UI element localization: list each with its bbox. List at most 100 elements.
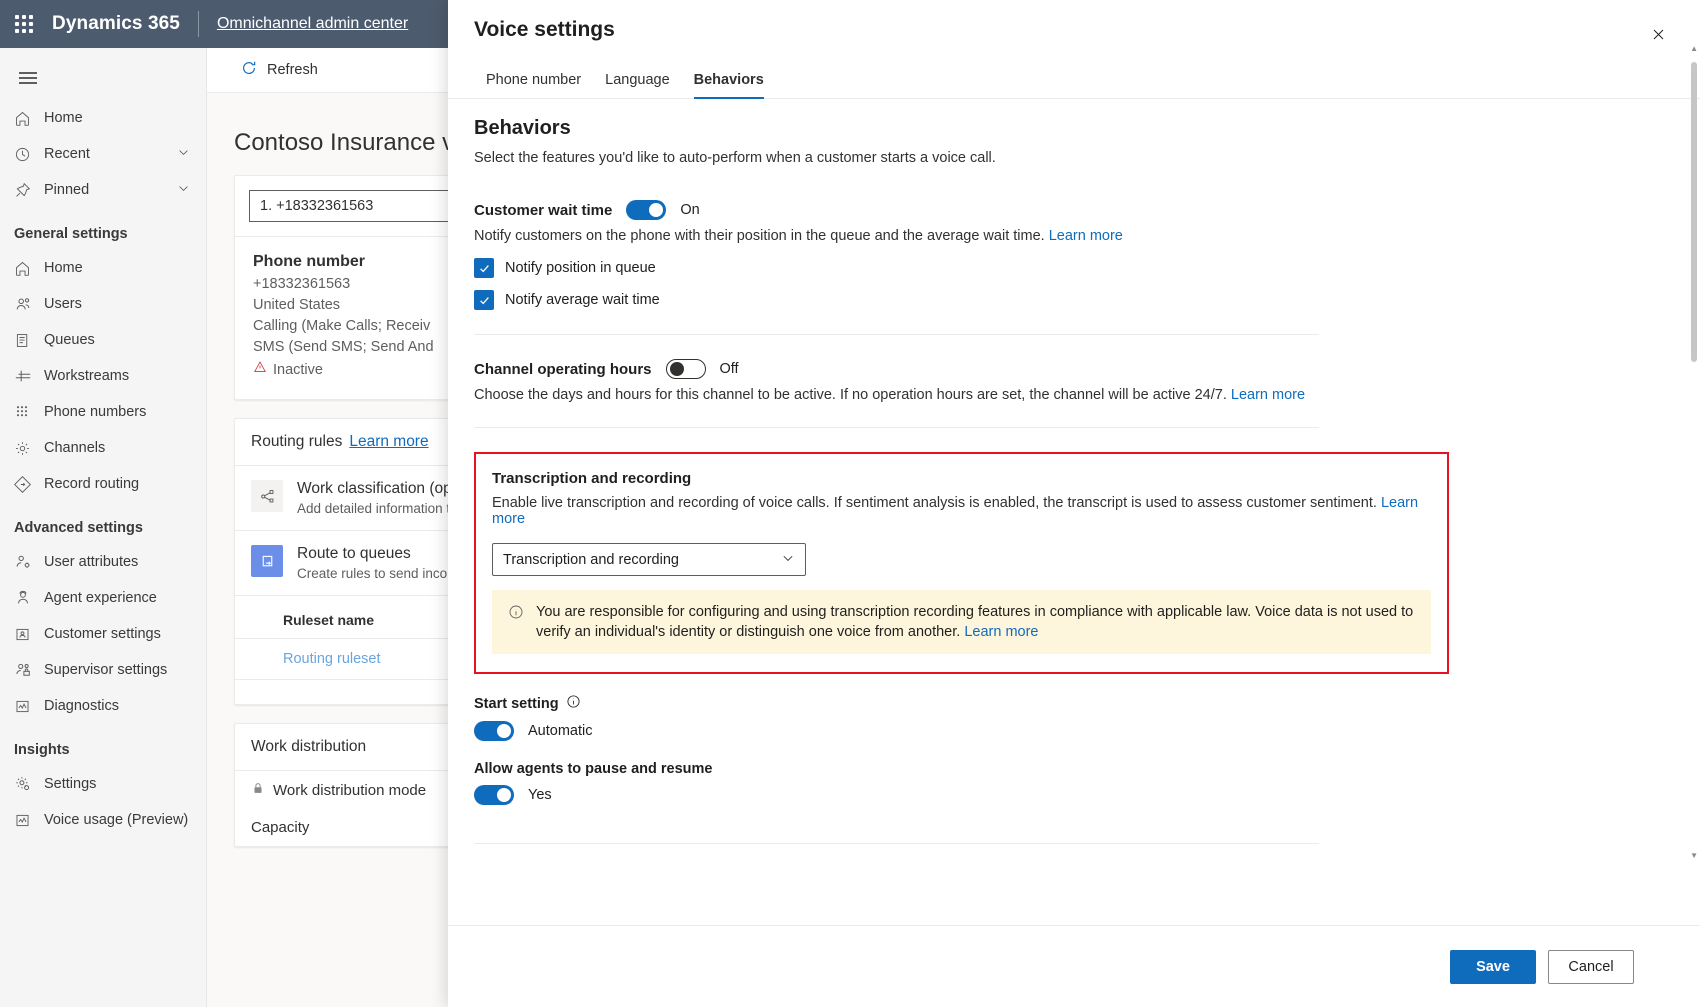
- sidebar-item-label: Recent: [44, 146, 90, 162]
- app-name-link[interactable]: Omnichannel admin center: [217, 15, 408, 33]
- customer-wait-time-help: Notify customers on the phone with their…: [474, 228, 1674, 244]
- scroll-down-arrow-icon[interactable]: ▼: [1690, 851, 1698, 860]
- sidebar-item-supervisor-settings[interactable]: Supervisor settings: [0, 652, 206, 688]
- refresh-label: Refresh: [267, 62, 318, 78]
- refresh-button[interactable]: Refresh: [240, 59, 318, 81]
- sidebar-item-diagnostics[interactable]: Diagnostics: [0, 688, 206, 724]
- nav-group-title-general: General settings: [14, 226, 128, 242]
- appbar-divider: [197, 11, 199, 37]
- hamburger-icon[interactable]: [4, 56, 52, 100]
- sidebar-item-label: Agent experience: [44, 590, 157, 606]
- section-divider: [474, 427, 1319, 428]
- info-circle-icon[interactable]: [566, 694, 581, 713]
- panel-header: Voice settings: [448, 0, 1700, 50]
- chevron-down-icon[interactable]: [177, 146, 190, 163]
- sidebar-item-settings[interactable]: Settings: [0, 766, 206, 802]
- capacity-label: Capacity: [251, 819, 310, 836]
- sidebar-item-label: Voice usage (Preview): [44, 812, 189, 828]
- sidebar-item-label: Customer settings: [44, 626, 161, 642]
- banner-learn-more-link[interactable]: Learn more: [964, 624, 1038, 640]
- routing-rule-title: Work classification (opti: [297, 480, 460, 497]
- dialpad-icon: [14, 404, 44, 420]
- save-button[interactable]: Save: [1450, 949, 1536, 984]
- channel-operating-hours-learn-more-link[interactable]: Learn more: [1231, 387, 1305, 403]
- sidebar-item-label: Workstreams: [44, 368, 130, 384]
- customer-wait-time-toggle[interactable]: [626, 200, 667, 220]
- sidebar-item-label: Home: [44, 260, 83, 276]
- routing-rule-subtitle: Create rules to send incom: [297, 566, 459, 581]
- tab-phone-number[interactable]: Phone number: [474, 64, 593, 98]
- routing-rules-learn-more-link[interactable]: Learn more: [349, 433, 428, 451]
- sidebar-item-label: Users: [44, 296, 82, 312]
- nav-group-title-advanced: Advanced settings: [14, 520, 143, 536]
- start-setting-toggle[interactable]: [474, 721, 514, 741]
- agent-icon: [14, 589, 44, 607]
- sidebar-item-customer-settings[interactable]: Customer settings: [0, 616, 206, 652]
- route-to-queues-icon: [251, 545, 283, 577]
- sidebar-item-voice-usage[interactable]: Voice usage (Preview): [0, 802, 206, 838]
- sidebar-item-agent-experience[interactable]: Agent experience: [0, 580, 206, 616]
- work-classification-icon: [251, 480, 283, 512]
- allow-pause-resume-toggle[interactable]: [474, 785, 514, 805]
- panel-scrollbar[interactable]: ▲ ▼: [1690, 44, 1698, 860]
- sidebar-item-channels[interactable]: Channels: [0, 430, 206, 466]
- queues-icon: [14, 332, 44, 349]
- notify-average-wait-checkbox[interactable]: [474, 290, 494, 310]
- cancel-button[interactable]: Cancel: [1548, 949, 1634, 984]
- routing-rule-title: Route to queues: [297, 545, 411, 562]
- notify-position-row[interactable]: Notify position in queue: [474, 258, 1674, 278]
- panel-tabs: Phone number Language Behaviors: [448, 50, 1700, 99]
- sidebar-item-pinned[interactable]: Pinned: [0, 172, 206, 208]
- clock-icon: [14, 146, 44, 163]
- banner-text-wrapper: You are responsible for configuring and …: [536, 602, 1415, 642]
- record-routing-icon: [14, 475, 44, 493]
- waffle-menu-button[interactable]: [0, 0, 48, 48]
- sidebar-item-workstreams[interactable]: Workstreams: [0, 358, 206, 394]
- scroll-thumb[interactable]: [1691, 62, 1697, 362]
- start-setting-row: Automatic: [474, 721, 1674, 741]
- section-description: Select the features you'd like to auto-p…: [474, 150, 996, 166]
- routing-rule-subtitle: Add detailed information to: [297, 501, 458, 516]
- work-distribution-title: Work distribution: [251, 738, 367, 755]
- transcription-heading: Transcription and recording: [492, 470, 692, 487]
- sidebar-item-label: Phone numbers: [44, 404, 147, 420]
- waffle-grid-icon: [15, 15, 33, 33]
- notify-average-wait-row[interactable]: Notify average wait time: [474, 290, 1674, 310]
- tab-language[interactable]: Language: [593, 64, 682, 98]
- channel-operating-hours-toggle[interactable]: [665, 359, 706, 379]
- customer-card-icon: [14, 626, 44, 643]
- lock-icon: [251, 781, 265, 799]
- sidebar-item-users[interactable]: Users: [0, 286, 206, 322]
- section-divider: [474, 843, 1319, 844]
- panel-body: Behaviors Select the features you'd like…: [448, 99, 1700, 925]
- sidebar-item-recent[interactable]: Recent: [0, 136, 206, 172]
- sidebar-item-home-top[interactable]: Home: [0, 100, 206, 136]
- sidebar-item-home[interactable]: Home: [0, 250, 206, 286]
- sidebar-item-phone-numbers[interactable]: Phone numbers: [0, 394, 206, 430]
- customer-wait-time-row: Customer wait time On: [474, 200, 1674, 220]
- notify-average-wait-label: Notify average wait time: [505, 292, 660, 308]
- gear-insights-icon: [14, 775, 44, 793]
- pin-icon: [14, 182, 44, 199]
- sidebar-item-label: Pinned: [44, 182, 90, 198]
- section-heading: Behaviors: [474, 117, 571, 139]
- sidebar-item-record-routing[interactable]: Record routing: [0, 466, 206, 502]
- scroll-up-arrow-icon[interactable]: ▲: [1690, 44, 1698, 53]
- sidebar-item-label: Queues: [44, 332, 95, 348]
- notify-position-checkbox[interactable]: [474, 258, 494, 278]
- customer-wait-time-help-text: Notify customers on the phone with their…: [474, 228, 1045, 244]
- notify-position-label: Notify position in queue: [505, 260, 656, 276]
- close-icon[interactable]: [1642, 18, 1674, 50]
- transcription-mode-dropdown[interactable]: Transcription and recording: [492, 543, 806, 576]
- sidebar-item-label: User attributes: [44, 554, 139, 570]
- chevron-down-icon[interactable]: [177, 182, 190, 199]
- customer-wait-time-learn-more-link[interactable]: Learn more: [1049, 228, 1123, 244]
- tab-behaviors[interactable]: Behaviors: [682, 64, 776, 99]
- transcription-help-text: Enable live transcription and recording …: [492, 495, 1377, 511]
- sidebar-item-user-attributes[interactable]: User attributes: [0, 544, 206, 580]
- channel-operating-hours-help: Choose the days and hours for this chann…: [474, 387, 1674, 403]
- supervisor-icon: [14, 661, 44, 679]
- voice-settings-panel: Voice settings Phone number Language Beh…: [448, 0, 1700, 1007]
- sidebar-item-label: Diagnostics: [44, 698, 119, 714]
- sidebar-item-queues[interactable]: Queues: [0, 322, 206, 358]
